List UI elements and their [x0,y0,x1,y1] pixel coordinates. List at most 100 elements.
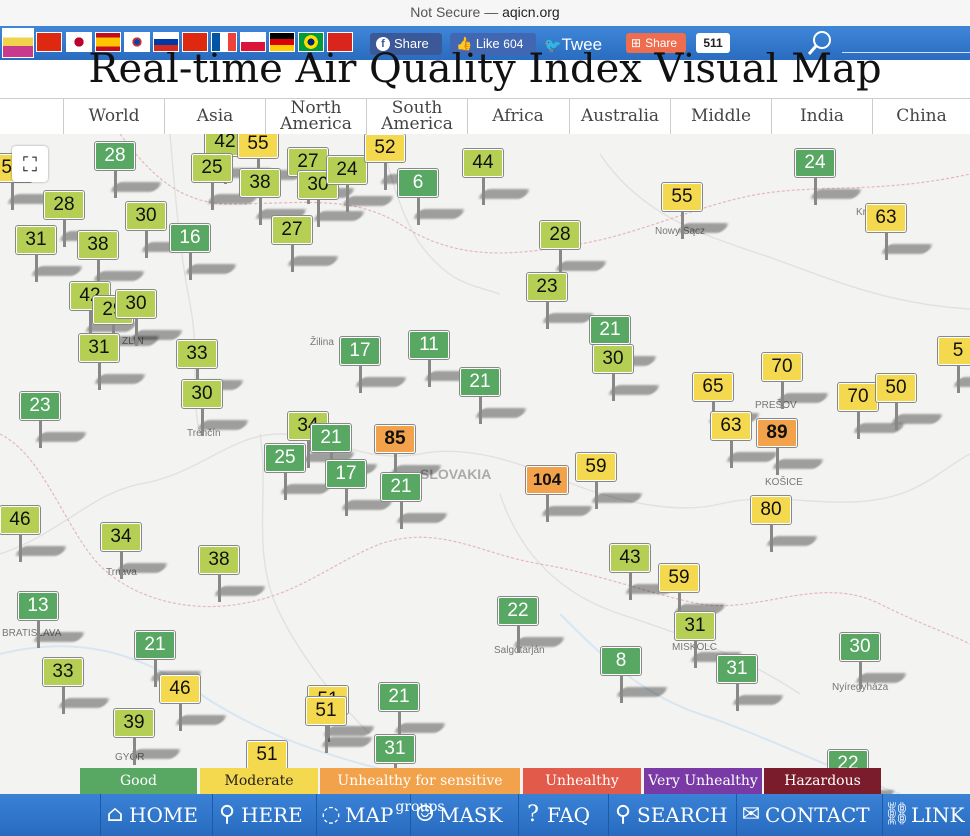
browser-address-bar[interactable]: Not Secure — aqicn.org [0,0,970,26]
aqi-value: 21 [459,367,501,397]
flag-hongkong-icon[interactable] [182,32,208,52]
addthis-share-button[interactable]: ⊞ Share [626,33,686,53]
flag-china-icon[interactable] [36,32,62,52]
nav-faq-button[interactable]: ? FAQ [518,794,608,836]
aqi-marker[interactable]: 24 [326,155,396,216]
aqi-marker[interactable]: 46 [0,505,69,566]
aqi-value: 33 [176,339,218,369]
aqi-marker[interactable]: 30 [839,632,909,693]
flag-brazil-icon[interactable] [298,32,324,52]
contact-icon: ✉ [741,802,761,827]
aqi-marker[interactable]: 63 [710,411,780,472]
aqi-value: 50 [875,373,917,403]
tab-north-america[interactable]: North America [265,99,366,134]
tab-south-america[interactable]: South America [366,99,467,134]
aqi-marker[interactable]: 23 [526,272,596,333]
flag-germany-icon[interactable] [269,32,295,52]
aqi-marker[interactable]: 38 [198,545,268,606]
tab-world[interactable]: World [63,99,164,134]
aqi-value: 63 [865,203,907,233]
flag-russia-icon[interactable] [153,32,179,52]
aqi-marker[interactable]: 16 [169,223,239,284]
aqi-marker[interactable]: 39 [113,708,183,769]
aqi-marker[interactable]: 25 [264,443,334,504]
tab-middle-east[interactable]: Middle East [670,99,771,161]
flag-spain-icon[interactable] [95,32,121,52]
nav-link-button[interactable]: ⛓LINK [882,794,970,836]
aqi-marker[interactable]: 50 [875,373,945,434]
aqi-marker[interactable]: 70 [837,382,907,443]
nav-here-button[interactable]: ⚲ HERE [212,794,316,836]
aqi-marker[interactable]: 30 [115,289,185,350]
aqi-marker[interactable]: 24 [794,148,864,209]
aqi-marker[interactable]: 31 [674,611,744,672]
marker-stem [619,675,623,703]
marker-stem [10,182,14,210]
aqi-marker[interactable]: 34 [100,522,170,583]
aqi-marker[interactable]: 21 [459,367,529,428]
aqi-marker[interactable]: 31 [15,225,85,286]
aqi-value: 30 [181,379,223,409]
aqi-marker[interactable]: 23 [19,391,89,452]
aqi-value: 38 [239,168,281,198]
aqi-marker[interactable]: 8 [600,646,670,707]
aqi-marker[interactable]: 28 [539,220,609,281]
aqi-marker[interactable]: 63 [865,203,935,264]
flag-vietnam-icon[interactable] [327,32,353,52]
marker-stem [178,703,182,731]
fullscreen-button[interactable]: ⛶ [12,146,48,182]
aqi-marker[interactable]: 104 [525,465,595,526]
aqi-marker[interactable]: 59 [575,452,645,513]
marker-stem [97,362,101,390]
aqi-marker[interactable]: 27 [271,215,341,276]
flag-poland-icon[interactable] [240,32,266,52]
aqi-value: 24 [794,148,836,178]
aqi-marker[interactable]: 21 [378,682,448,743]
tab-india[interactable]: India [771,99,872,134]
nav-home-button[interactable]: ⌂ HOME [100,794,212,836]
aqi-marker[interactable]: 89 [756,418,826,479]
aqi-marker[interactable]: 13 [17,591,87,652]
aqi-marker[interactable]: 46 [159,674,229,735]
aqi-marker[interactable]: 21 [380,472,450,533]
flag-korea-icon[interactable] [124,32,150,52]
aqi-marker[interactable]: 55 [661,182,731,243]
tab-label: Africa [492,106,544,126]
marker-stem [481,177,485,205]
aqi-marker[interactable]: 17 [339,336,409,397]
aqi-marker[interactable]: 80 [750,495,820,556]
aqi-marker[interactable]: 51 [305,696,375,757]
aqi-marker[interactable]: 25 [191,153,261,214]
aqi-marker[interactable]: 43 [609,543,679,604]
aqi-marker[interactable]: 30 [181,379,251,440]
aqi-marker[interactable]: 11 [408,330,478,391]
nav-contact-button[interactable]: ✉ CONTACT [736,794,882,836]
aqi-marker[interactable]: 17 [325,459,395,520]
air-quality-map[interactable]: SLOVAKIA Nowy SączŽilinaTrenčínTrnavaPRE… [0,134,970,794]
aqi-marker[interactable]: 31 [716,654,786,715]
aqi-marker[interactable]: 44 [462,148,532,209]
aqi-marker[interactable]: 6 [397,168,467,229]
tab-asia[interactable]: Asia [164,99,265,134]
aqi-marker[interactable]: 70 [761,352,831,413]
tab-australia[interactable]: Australia [569,99,670,134]
aqi-marker[interactable]: 22 [497,596,567,657]
nav-search-button[interactable]: ⚲ SEARCH [608,794,736,836]
tab-africa[interactable]: Africa [467,99,568,134]
flag-japan-icon[interactable] [66,32,92,52]
aqi-marker[interactable]: 30 [592,344,662,405]
domain-label: aqicn.org [502,4,560,20]
marker-stem [144,230,148,258]
marker-stem [132,737,136,765]
flag-france-icon[interactable] [211,32,237,52]
aqi-value: 31 [374,734,416,764]
aqi-marker[interactable]: 30 [125,201,195,262]
aqi-value: 34 [100,522,142,552]
aqi-marker[interactable]: 33 [42,657,112,718]
tab-china[interactable]: China [872,99,970,134]
aqi-marker[interactable]: 31 [78,333,148,394]
aqi-marker[interactable]: 28 [94,141,164,202]
aqi-value: 21 [310,423,352,453]
place-label: Kr [856,207,866,218]
aqi-marker[interactable]: 5 [937,336,970,397]
